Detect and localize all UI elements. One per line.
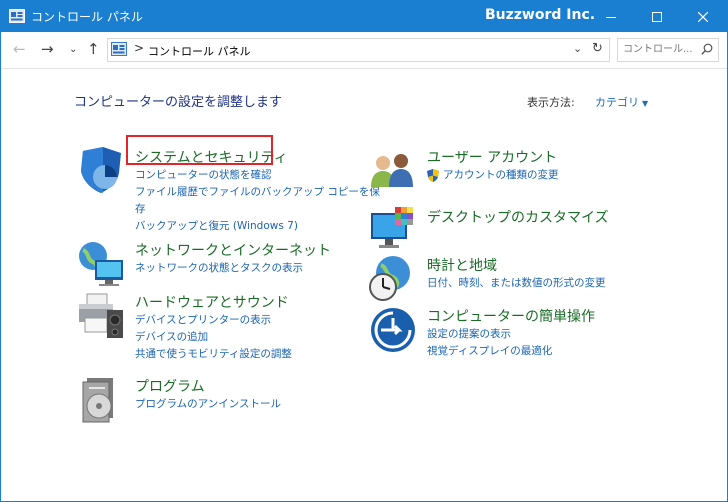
users-icon <box>371 154 413 187</box>
up-arrow-icon[interactable]: ↑ <box>87 40 100 58</box>
search-input[interactable] <box>623 41 693 57</box>
category-title-system-security[interactable]: システムとセキュリティ <box>135 147 288 167</box>
address-box[interactable]: > コントロール パネル ⌄ ↻ <box>107 38 610 62</box>
links-ease-of-access: 設定の提案の表示 視覚ディスプレイの最適化 <box>427 326 552 360</box>
links-clock-region: 日付、時刻、または数値の形式の変更 <box>427 275 606 292</box>
link-add-device[interactable]: デバイスの追加 <box>135 329 292 346</box>
back-arrow-icon[interactable]: ← <box>13 40 26 58</box>
monitor-desktop-icon <box>371 207 413 248</box>
network-globe-icon <box>79 242 123 286</box>
clock-globe-icon <box>369 256 410 301</box>
refresh-icon[interactable]: ↻ <box>592 41 603 56</box>
brand-label: Buzzword Inc. <box>485 7 596 23</box>
category-title-appearance-personalization[interactable]: デスクトップのカスタマイズ <box>427 207 609 227</box>
link-backup-restore[interactable]: バックアップと復元 (Windows 7) <box>135 218 380 235</box>
recent-locations-chevron-icon[interactable]: ⌄ <box>69 44 77 55</box>
page-heading: コンピューターの設定を調整します <box>74 95 283 110</box>
address-dropdown-chevron-icon[interactable]: ⌄ <box>573 42 582 55</box>
links-user-accounts: アカウントの種類の変更 <box>427 167 559 184</box>
search-box[interactable] <box>617 38 719 62</box>
maximize-icon <box>652 11 662 22</box>
link-devices-printers[interactable]: デバイスとプリンターの表示 <box>135 312 292 329</box>
link-optimize-visual-display[interactable]: 視覚ディスプレイの最適化 <box>427 343 552 360</box>
links-network-internet: ネットワークの状態とタスクの表示 <box>135 260 303 277</box>
navigation-bar: ← → ⌄ ↑ > コントロール パネル ⌄ ↻ <box>1 32 727 69</box>
view-by-label: 表示方法: <box>527 96 575 109</box>
minimize-icon <box>606 16 616 18</box>
search-icon[interactable] <box>701 43 713 55</box>
maximize-button[interactable] <box>634 1 680 32</box>
minimize-button[interactable] <box>588 1 634 32</box>
link-change-date-time-format[interactable]: 日付、時刻、または数値の形式の変更 <box>427 275 606 292</box>
links-hardware-sound: デバイスとプリンターの表示 デバイスの追加 共通で使うモビリティ設定の調整 <box>135 312 292 363</box>
link-settings-suggestions[interactable]: 設定の提案の表示 <box>427 326 552 343</box>
close-button[interactable] <box>680 1 726 32</box>
link-file-history-backup-cont[interactable]: 存 <box>135 201 380 218</box>
printer-speaker-icon <box>79 293 123 338</box>
category-title-network-internet[interactable]: ネットワークとインターネット <box>135 240 331 260</box>
close-icon <box>698 11 708 22</box>
category-title-user-accounts[interactable]: ユーザー アカウント <box>427 147 557 167</box>
forward-arrow-icon[interactable]: → <box>41 40 54 58</box>
link-change-account-type[interactable]: アカウントの種類の変更 <box>427 167 559 184</box>
view-by-dropdown[interactable]: カテゴリ ▼ <box>595 94 648 110</box>
links-system-security: コンピューターの状態を確認 ファイル履歴でファイルのバックアップ コピーを保 存… <box>135 167 380 235</box>
title-bar: コントロール パネル Buzzword Inc. <box>1 1 727 32</box>
links-programs: プログラムのアンインストール <box>135 396 281 413</box>
programs-disc-icon <box>82 378 113 423</box>
category-title-programs[interactable]: プログラム <box>135 376 205 396</box>
uac-shield-icon <box>427 169 439 182</box>
link-mobility-settings[interactable]: 共通で使うモビリティ設定の調整 <box>135 346 292 363</box>
ease-of-access-icon <box>371 308 415 352</box>
category-title-ease-of-access[interactable]: コンピューターの簡単操作 <box>427 306 595 326</box>
shield-security-icon <box>81 147 121 193</box>
view-by-value[interactable]: カテゴリ <box>595 96 639 109</box>
control-panel-icon <box>9 9 25 23</box>
control-panel-window: コントロール パネル Buzzword Inc. ← → ⌄ ↑ > コントロー… <box>0 0 728 502</box>
control-panel-small-icon <box>111 42 127 56</box>
link-check-computer-status[interactable]: コンピューターの状態を確認 <box>135 167 380 184</box>
category-title-clock-region[interactable]: 時計と地域 <box>427 255 497 275</box>
category-title-hardware-sound[interactable]: ハードウェアとサウンド <box>135 292 289 312</box>
breadcrumb-separator[interactable]: > <box>134 41 144 55</box>
link-change-account-type-label[interactable]: アカウントの種類の変更 <box>443 169 559 181</box>
link-uninstall-program[interactable]: プログラムのアンインストール <box>135 396 281 413</box>
link-file-history-backup[interactable]: ファイル履歴でファイルのバックアップ コピーを保 <box>135 184 380 201</box>
dropdown-arrow-icon: ▼ <box>642 99 649 108</box>
breadcrumb-control-panel[interactable]: コントロール パネル <box>148 43 251 59</box>
window-title: コントロール パネル <box>31 10 143 24</box>
link-network-status-tasks[interactable]: ネットワークの状態とタスクの表示 <box>135 260 303 277</box>
